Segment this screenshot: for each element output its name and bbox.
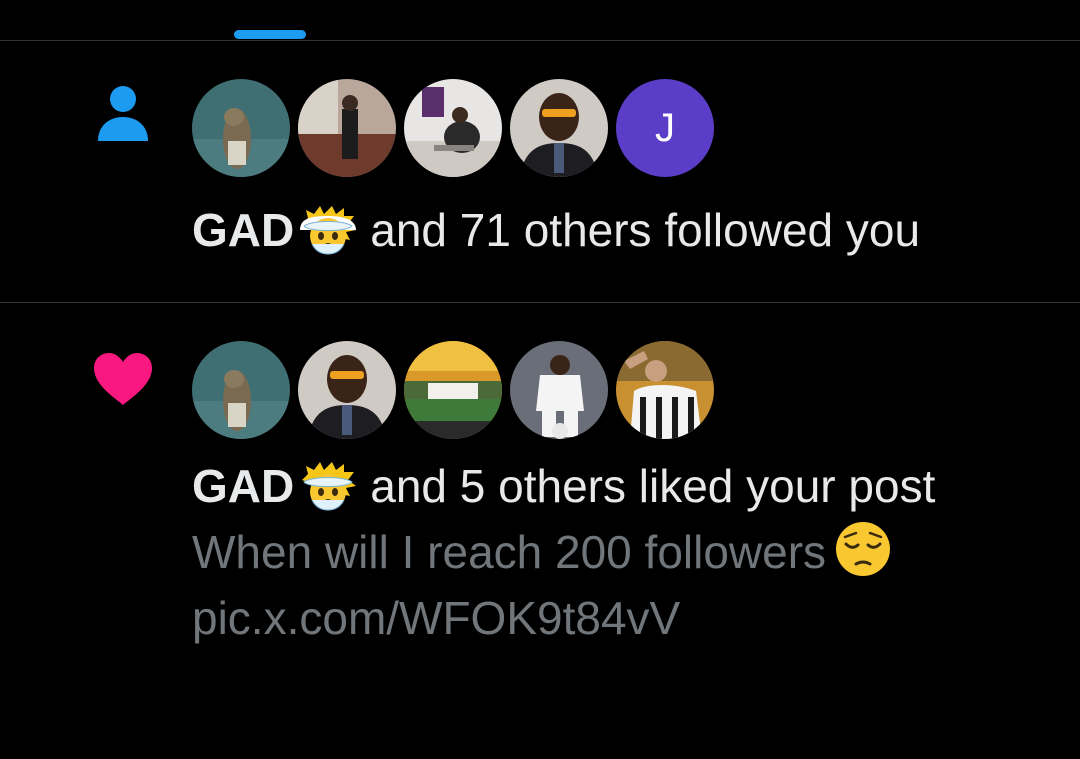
active-tab-indicator: [234, 30, 306, 39]
avatar[interactable]: [510, 79, 608, 177]
avatar-row: J: [192, 79, 714, 177]
post-text: When will I reach 200 followers: [192, 526, 827, 578]
avatar[interactable]: J: [616, 79, 714, 177]
avatar[interactable]: [192, 79, 290, 177]
avatar-letter: J: [655, 105, 675, 150]
actor-name[interactable]: GAD: [192, 204, 294, 256]
action-text: and 5 others liked your post: [370, 460, 936, 512]
avatar-row: [192, 341, 722, 439]
post-link[interactable]: pic.x.com/WFOK9t84vV: [192, 585, 1040, 651]
notification-text: GAD and 71 others followed you: [192, 197, 1040, 263]
like-notification[interactable]: GAD and 5 others liked your post When wi…: [0, 303, 1080, 759]
pensive-face-emoji: [834, 520, 892, 578]
avatar[interactable]: [298, 341, 396, 439]
person-icon: [96, 85, 150, 143]
notification-text: GAD and 5 others liked your post When wi…: [192, 453, 1040, 651]
exploding-head-emoji: [298, 460, 358, 512]
actor-name[interactable]: GAD: [192, 460, 294, 512]
action-text: and 71 others followed you: [370, 204, 921, 256]
heart-icon: [92, 351, 154, 407]
avatar[interactable]: [192, 341, 290, 439]
avatar[interactable]: [616, 341, 714, 439]
avatar[interactable]: [404, 341, 502, 439]
follow-notification[interactable]: J GAD and 71 others followed you: [0, 41, 1080, 302]
avatar[interactable]: [298, 79, 396, 177]
exploding-head-emoji: [298, 204, 358, 256]
post-preview[interactable]: When will I reach 200 followers pic.x.co…: [192, 519, 1040, 651]
avatar[interactable]: [404, 79, 502, 177]
avatar[interactable]: [510, 341, 608, 439]
notifications-page: J GAD and 71 others followed you GAD and…: [0, 0, 1080, 759]
